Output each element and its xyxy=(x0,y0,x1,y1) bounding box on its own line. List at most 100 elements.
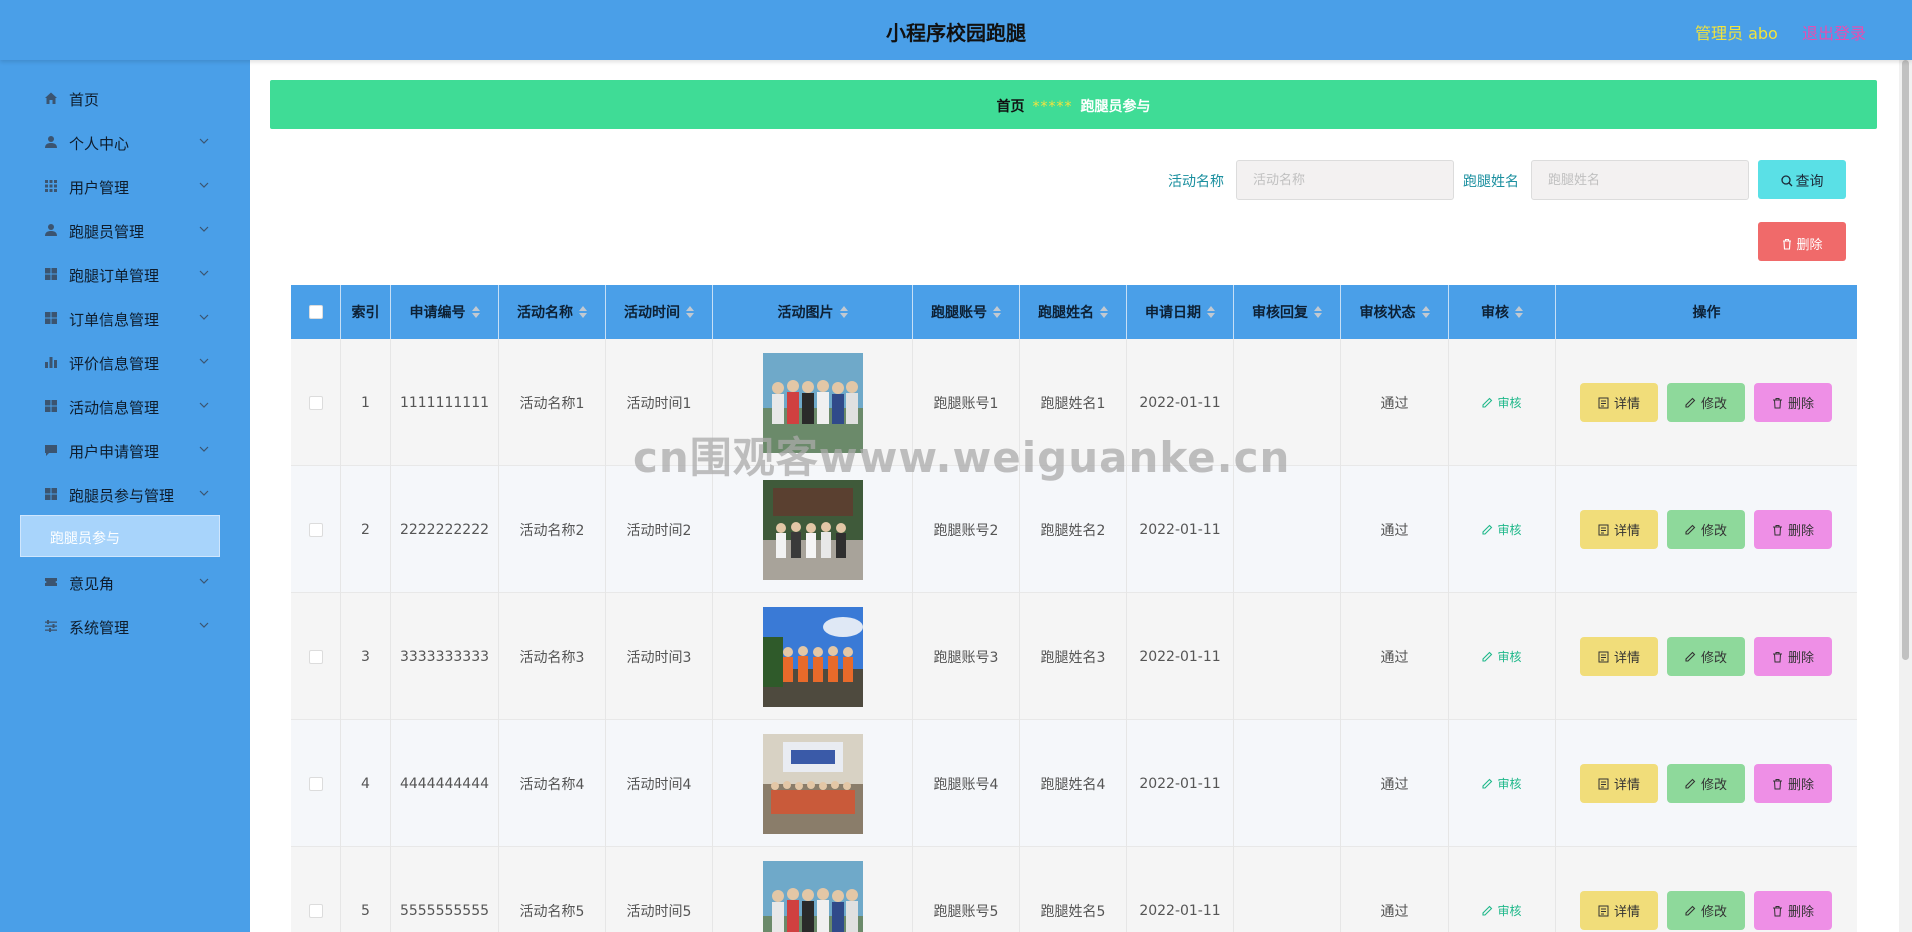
column-header-sortable[interactable]: 活动名称 xyxy=(499,285,606,339)
chevron-down-icon xyxy=(199,182,209,188)
column-header-sortable[interactable]: 跑腿姓名 xyxy=(1020,285,1127,339)
edit-button[interactable]: 修改 xyxy=(1667,510,1745,549)
delete-button[interactable]: 删除 xyxy=(1754,510,1832,549)
activity-name-input[interactable] xyxy=(1236,160,1454,200)
activity-photo[interactable] xyxy=(762,733,863,834)
sort-caret-icon xyxy=(993,306,1001,318)
query-button[interactable]: 查询 xyxy=(1758,160,1846,199)
audit-cell: 审核 xyxy=(1449,847,1556,932)
audit-link[interactable]: 审核 xyxy=(1482,394,1522,411)
table-row: 5 5555555555 活动名称5 活动时间5 跑腿账号5 跑腿姓名5 202… xyxy=(291,847,1857,932)
sidebar-item-order-info[interactable]: 订单信息管理 xyxy=(0,296,250,340)
column-header-sortable[interactable]: 活动时间 xyxy=(606,285,713,339)
edit-button-label: 修改 xyxy=(1700,905,1727,920)
sidebar-item-home[interactable]: 首页 xyxy=(0,76,250,120)
detail-button[interactable]: 详情 xyxy=(1580,637,1658,676)
row-checkbox[interactable] xyxy=(308,903,323,918)
column-header-sortable[interactable]: 审核 xyxy=(1449,285,1556,339)
audit-status-cell: 通过 xyxy=(1341,339,1449,466)
select-all-checkbox[interactable] xyxy=(308,305,323,319)
activity-photo[interactable] xyxy=(762,606,863,707)
chevron-down-icon xyxy=(199,446,209,452)
activity-name-cell: 活动名称2 xyxy=(499,466,606,593)
detail-button[interactable]: 详情 xyxy=(1580,383,1658,422)
sidebar-item-review-info[interactable]: 评价信息管理 xyxy=(0,340,250,384)
sidebar-item-user-management[interactable]: 用户管理 xyxy=(0,164,250,208)
sort-caret-icon xyxy=(1314,306,1322,318)
column-header-label: 活动图片 xyxy=(777,305,834,321)
top-header: 小程序校园跑腿 管理员 abo 退出登录 xyxy=(0,0,1912,60)
sidebar-item-system-management[interactable]: 系统管理 xyxy=(0,604,250,648)
sliders-icon xyxy=(45,620,57,632)
audit-link[interactable]: 审核 xyxy=(1482,521,1522,538)
sidebar-item-feedback[interactable]: 意见角 xyxy=(0,560,250,604)
edit-icon xyxy=(1685,778,1696,789)
runner-name-input[interactable] xyxy=(1531,160,1749,200)
runner-account-cell: 跑腿账号5 xyxy=(913,847,1020,932)
detail-button[interactable]: 详情 xyxy=(1580,891,1658,930)
activity-name-cell: 活动名称1 xyxy=(499,339,606,466)
logout-link[interactable]: 退出登录 xyxy=(1802,20,1866,44)
search-icon xyxy=(1780,175,1792,187)
column-header-sortable[interactable]: 审核状态 xyxy=(1341,285,1449,339)
row-select-cell xyxy=(291,339,341,466)
sidebar-item-label: 订单信息管理 xyxy=(69,311,160,329)
chevron-down-icon xyxy=(199,270,209,276)
edit-button[interactable]: 修改 xyxy=(1667,891,1745,930)
sidebar-item-user-applications[interactable]: 用户申请管理 xyxy=(0,428,250,472)
column-header-sortable[interactable]: 跑腿账号 xyxy=(913,285,1020,339)
breadcrumb-home[interactable]: 首页 xyxy=(997,99,1025,115)
audit-reply-cell xyxy=(1234,720,1341,847)
row-checkbox[interactable] xyxy=(308,776,323,791)
document-icon xyxy=(1598,397,1609,408)
detail-button[interactable]: 详情 xyxy=(1580,510,1658,549)
audit-reply-cell xyxy=(1234,847,1341,932)
row-select-cell xyxy=(291,720,341,847)
row-checkbox[interactable] xyxy=(308,395,323,410)
batch-delete-button[interactable]: 删除 xyxy=(1758,222,1846,261)
row-checkbox[interactable] xyxy=(308,522,323,537)
audit-link-label: 审核 xyxy=(1497,523,1522,537)
sidebar-item-activity-info[interactable]: 活动信息管理 xyxy=(0,384,250,428)
apply-no-cell: 5555555555 xyxy=(391,847,499,932)
row-checkbox[interactable] xyxy=(308,649,323,664)
sidebar-subitem-runner-participation[interactable]: 跑腿员参与 xyxy=(20,515,220,557)
message-icon xyxy=(45,445,57,456)
row-select-cell xyxy=(291,593,341,720)
audit-link[interactable]: 审核 xyxy=(1482,648,1522,665)
audit-link[interactable]: 审核 xyxy=(1482,775,1522,792)
activity-name-cell: 活动名称5 xyxy=(499,847,606,932)
delete-button-label: 删除 xyxy=(1787,397,1814,412)
edit-icon xyxy=(1685,397,1696,408)
column-header-sortable[interactable]: 审核回复 xyxy=(1234,285,1341,339)
audit-link[interactable]: 审核 xyxy=(1482,902,1522,919)
sidebar-item-runner-participation[interactable]: 跑腿员参与管理 xyxy=(0,472,250,516)
delete-button[interactable]: 删除 xyxy=(1754,637,1832,676)
chevron-down-icon xyxy=(199,358,209,364)
sidebar-item-personal-center[interactable]: 个人中心 xyxy=(0,120,250,164)
delete-button[interactable]: 删除 xyxy=(1754,383,1832,422)
sidebar-item-errand-orders[interactable]: 跑腿订单管理 xyxy=(0,252,250,296)
apply-date-cell: 2022-01-11 xyxy=(1127,593,1234,720)
edit-button[interactable]: 修改 xyxy=(1667,637,1745,676)
chevron-down-icon xyxy=(199,226,209,232)
edit-button[interactable]: 修改 xyxy=(1667,764,1745,803)
sidebar-item-runner-management[interactable]: 跑腿员管理 xyxy=(0,208,250,252)
activity-photo[interactable] xyxy=(762,860,863,932)
app-title: 小程序校园跑腿 xyxy=(886,21,1026,45)
audit-cell: 审核 xyxy=(1449,593,1556,720)
activity-photo[interactable] xyxy=(762,479,863,580)
column-header-sortable[interactable]: 活动图片 xyxy=(713,285,913,339)
column-header-label: 审核 xyxy=(1481,305,1509,321)
page-scrollbar[interactable] xyxy=(1899,60,1912,932)
scrollbar-thumb[interactable] xyxy=(1902,60,1909,660)
activity-name-label: 活动名称 xyxy=(1168,174,1224,190)
edit-button[interactable]: 修改 xyxy=(1667,383,1745,422)
detail-button[interactable]: 详情 xyxy=(1580,764,1658,803)
delete-button[interactable]: 删除 xyxy=(1754,891,1832,930)
column-header-sortable[interactable]: 申请日期 xyxy=(1127,285,1234,339)
grid-icon xyxy=(45,488,57,500)
column-header-sortable[interactable]: 申请编号 xyxy=(391,285,499,339)
delete-button[interactable]: 删除 xyxy=(1754,764,1832,803)
column-header-label: 申请编号 xyxy=(409,305,466,321)
